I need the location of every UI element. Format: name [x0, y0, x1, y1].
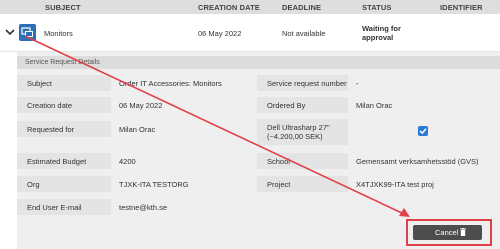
chevron-down-icon[interactable] [4, 26, 16, 38]
row-creation-date: 06 May 2022 [198, 29, 242, 38]
field-value-project: X4TJXK99-ITA test proj [356, 180, 434, 189]
field-value-ordered-by: Milan Orac [356, 101, 393, 110]
row-subject: Monitors [44, 29, 73, 38]
column-header-deadline[interactable]: DEADLINE [282, 3, 321, 12]
field-label-service-request-number: Service request number [257, 75, 348, 91]
field-value-subject: Order IT Accessories: Monitors [119, 79, 222, 88]
field-value-creation-date: 06 May 2022 [119, 101, 163, 110]
column-header-identifier[interactable]: IDENTIFIER [440, 3, 483, 12]
field-label-subject: Subject [17, 75, 111, 91]
field-label-end-user-email: End User E-mail [17, 199, 111, 215]
row-status: Waiting for approval [362, 24, 401, 42]
trash-icon [460, 228, 466, 236]
field-label-requested-for: Requested for [17, 121, 111, 137]
cancel-button-label: Cancel [435, 228, 459, 237]
field-label-ordered-by: Ordered By [257, 97, 348, 113]
field-value-org: TJXK-ITA TESTORG [119, 180, 189, 189]
field-value-service-request-number: - [356, 79, 359, 88]
table-row[interactable]: Monitors 06 May 2022 Not available Waiti… [0, 14, 500, 52]
table-header: SUBJECT CREATION DATE DEADLINE STATUS ID… [0, 0, 500, 14]
column-header-subject[interactable]: SUBJECT [45, 3, 81, 12]
column-header-creation-date[interactable]: CREATION DATE [198, 3, 260, 12]
field-label-creation-date: Creation date [17, 97, 111, 113]
field-value-requested-for: Milan Orac [119, 125, 156, 134]
dell-ultrasharp-checkbox[interactable] [418, 126, 428, 136]
panel-title-bar: Service Request Details [17, 56, 500, 69]
field-label-dell-ultrasharp: Dell Ultrasharp 27" (~4.200,00 SEK) [257, 119, 348, 145]
field-label-project: Project [257, 176, 348, 192]
field-label-org: Org [17, 176, 111, 192]
checkmark-icon [419, 128, 427, 135]
field-value-school: Gemensamt verksamhetsstöd (GVS) [356, 157, 479, 166]
row-deadline: Not available [282, 29, 326, 38]
panel-title: Service Request Details [25, 59, 100, 66]
column-header-status[interactable]: STATUS [362, 3, 392, 12]
field-label-estimated-budget: Estimated Budget [17, 153, 111, 169]
cancel-button[interactable]: Cancel [413, 225, 482, 240]
field-value-end-user-email: testne@kth.se [119, 203, 168, 212]
field-label-school: School [257, 153, 348, 169]
request-type-icon [19, 24, 36, 41]
field-value-estimated-budget: 4200 [119, 157, 136, 166]
